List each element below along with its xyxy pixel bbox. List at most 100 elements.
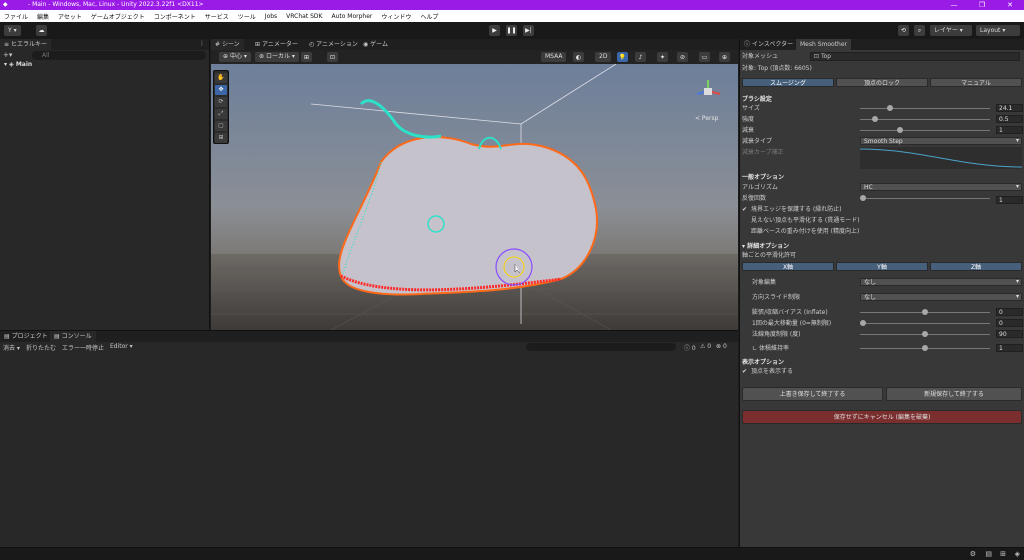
cloud-icon[interactable]: ☁	[36, 25, 47, 36]
pivot-dropdown[interactable]: ⊕ 中心 ▾	[219, 52, 251, 62]
tab-scene[interactable]: # シーン	[211, 39, 244, 50]
save-new-button[interactable]: 新規保存して終了する	[886, 387, 1022, 401]
dir-limit-dropdown[interactable]: なし	[860, 293, 1022, 301]
menu-file[interactable]: ファイル	[4, 12, 28, 21]
axis-x-toggle[interactable]: X軸	[742, 262, 834, 271]
menu-tools[interactable]: ツール	[238, 12, 256, 21]
volume-field[interactable]: 1	[996, 344, 1023, 352]
pause-button[interactable]: ❚❚	[506, 25, 517, 36]
tab-animator[interactable]: ⊞ アニメーター	[251, 39, 302, 50]
menu-edit[interactable]: 編集	[37, 12, 49, 21]
size-slider[interactable]	[860, 104, 990, 113]
menu-jobs[interactable]: Jobs	[265, 13, 277, 20]
step-button[interactable]: ▶|	[523, 25, 534, 36]
gizmos-icon[interactable]: ⊕	[719, 52, 730, 62]
error-count[interactable]: ⊗ 0	[716, 343, 727, 350]
maximize-button[interactable]: ❐	[968, 0, 996, 10]
menu-assets[interactable]: アセット	[58, 12, 82, 21]
minimize-button[interactable]: —	[940, 0, 968, 10]
search-icon[interactable]: ⌕	[914, 25, 925, 36]
opt3-checkbox[interactable]	[742, 229, 748, 235]
falloff-field[interactable]: 1	[996, 126, 1023, 134]
editor-dropdown[interactable]: Editor ▾	[110, 343, 133, 352]
collab-icon[interactable]: ⊞	[1000, 550, 1006, 558]
volume-slider[interactable]	[860, 344, 990, 353]
move-tool-icon[interactable]: ✥	[215, 85, 227, 95]
hidden-objects-icon[interactable]: ⊘	[677, 52, 688, 62]
mode-tab-smoothing[interactable]: スムージング	[742, 78, 834, 87]
opt1-checkbox[interactable]: ✔	[742, 207, 748, 213]
transform-tool-icon[interactable]: ⊞	[215, 133, 227, 143]
menu-services[interactable]: サービス	[205, 12, 229, 21]
tab-mesh-smoother[interactable]: Mesh Smoother	[796, 39, 852, 50]
axis-z-toggle[interactable]: Z軸	[930, 262, 1022, 271]
snap-icon[interactable]: ⊡	[327, 52, 338, 62]
hand-tool-icon[interactable]: ✋	[215, 73, 227, 83]
mode-tab-lock[interactable]: 頂点のロック	[836, 78, 928, 87]
add-icon[interactable]: +▾	[3, 51, 12, 59]
inflate-field[interactable]: 0	[996, 308, 1023, 316]
menu-vrchat-sdk[interactable]: VRChat SDK	[286, 13, 322, 20]
close-button[interactable]: ✕	[996, 0, 1024, 10]
hierarchy-search-input[interactable]: All	[32, 51, 206, 60]
history-icon[interactable]: ⟲	[898, 25, 909, 36]
edit-target-dropdown[interactable]: なし	[860, 278, 1022, 286]
panel-menu-icon[interactable]: ⋮	[199, 40, 205, 47]
show-verts-checkbox[interactable]: ✔	[742, 369, 748, 375]
menu-help[interactable]: ヘルプ	[420, 12, 438, 21]
lighting-icon[interactable]: 💡	[617, 52, 628, 62]
falloff-slider[interactable]	[860, 126, 990, 135]
bug-icon[interactable]: ⚙	[970, 550, 976, 558]
notification-icon[interactable]: ◈	[1015, 550, 1020, 558]
msaa-button[interactable]: MSAA	[541, 52, 567, 62]
maxmove-field[interactable]: 0	[996, 319, 1023, 327]
effects-icon[interactable]: ✦	[657, 52, 668, 62]
menu-auto-morpher[interactable]: Auto Morpher	[331, 13, 372, 20]
algorithm-dropdown[interactable]: HC	[860, 183, 1022, 191]
camera-icon[interactable]: ▭	[699, 52, 710, 62]
cache-icon[interactable]: ▤	[985, 550, 992, 558]
scene-viewport[interactable]: < Persp ✋ ✥ ⟳ ⤢ ▢ ⊞	[211, 64, 738, 330]
strength-field[interactable]: 0.5	[996, 115, 1023, 123]
detail-section-title[interactable]: ▾ 詳細オプション	[742, 242, 789, 251]
target-mesh-field[interactable]: ⊡ Top	[810, 52, 1020, 61]
discard-button[interactable]: 保存せずにキャンセル (編集を破棄)	[742, 410, 1022, 424]
iterations-slider[interactable]	[860, 194, 990, 203]
tab-animation[interactable]: ◴ アニメーション	[305, 39, 362, 50]
hierarchy-item-main[interactable]: ▾ ◈ Main	[4, 61, 32, 68]
tab-project[interactable]: ▤ プロジェクト	[0, 331, 52, 342]
info-count[interactable]: ⓘ 0	[684, 343, 696, 352]
save-overwrite-button[interactable]: 上書き保存して終了する	[742, 387, 883, 401]
axis-y-toggle[interactable]: Y軸	[836, 262, 928, 271]
layers-dropdown[interactable]: レイヤー ▾	[930, 25, 972, 36]
tab-hierarchy[interactable]: ≡ ヒエラルキー	[0, 39, 51, 50]
size-field[interactable]: 24.1	[996, 104, 1023, 112]
opt2-checkbox[interactable]	[742, 218, 748, 224]
clear-button[interactable]: 消去 ▾	[3, 343, 20, 352]
falloff-type-dropdown[interactable]: Smooth Step	[860, 137, 1022, 145]
space-dropdown[interactable]: ⊛ ローカル ▾	[255, 52, 299, 62]
normal-field[interactable]: 90	[996, 330, 1023, 338]
collapse-button[interactable]: 折りたたむ	[26, 343, 56, 352]
falloff-curve-field[interactable]	[860, 147, 1022, 169]
maxmove-slider[interactable]	[860, 319, 990, 328]
rect-tool-icon[interactable]: ▢	[215, 121, 227, 131]
2d-toggle[interactable]: 2D	[595, 52, 612, 62]
strength-slider[interactable]	[860, 115, 990, 124]
grid-icon[interactable]: ⊞	[301, 52, 312, 62]
tab-game[interactable]: ◉ ゲーム	[359, 39, 392, 50]
menu-gameobject[interactable]: ゲームオブジェクト	[91, 12, 145, 21]
audio-icon[interactable]: ♪	[635, 52, 646, 62]
layout-dropdown[interactable]: Layout ▾	[976, 25, 1020, 36]
menu-component[interactable]: コンポーネント	[154, 12, 196, 21]
play-button[interactable]: ▶	[489, 25, 500, 36]
menu-window[interactable]: ウィンドウ	[381, 12, 411, 21]
scale-tool-icon[interactable]: ⤢	[215, 109, 227, 119]
shading-icon[interactable]: ◐	[573, 52, 584, 62]
inflate-slider[interactable]	[860, 308, 990, 317]
tab-inspector[interactable]: ⓘ インスペクター	[740, 39, 797, 50]
mode-tab-manual[interactable]: マニュアル	[930, 78, 1022, 87]
console-search-input[interactable]	[526, 343, 676, 351]
error-pause-button[interactable]: エラー一時停止	[62, 343, 104, 352]
iterations-field[interactable]: 1	[996, 196, 1023, 204]
